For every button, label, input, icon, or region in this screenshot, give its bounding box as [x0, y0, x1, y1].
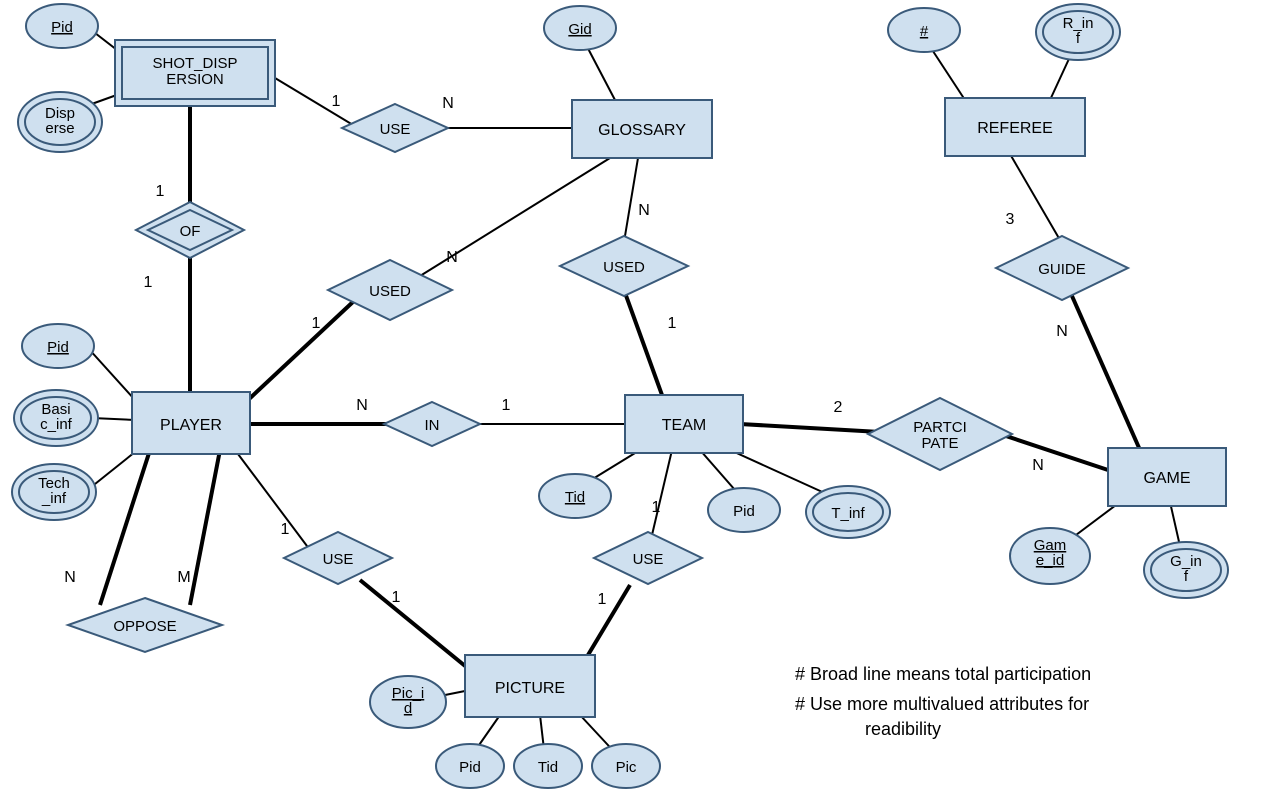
svg-text:USE: USE [380, 121, 411, 138]
card-opp-m: M [177, 569, 190, 586]
svg-text:Pid: Pid [459, 759, 481, 776]
card-of-pl-1: 1 [144, 274, 153, 291]
svg-text:GLOSSARY: GLOSSARY [598, 122, 686, 139]
entity-player: PLAYER [132, 392, 250, 454]
rel-use-sd-glossary: USE [342, 104, 448, 152]
svg-text:PLAYER: PLAYER [160, 417, 222, 434]
entity-team: TEAM [625, 395, 743, 453]
svg-text:GAME: GAME [1143, 470, 1190, 487]
svg-text:Tech_inf: Tech_inf [38, 475, 70, 507]
svg-text:Tid: Tid [538, 759, 558, 776]
svg-text:Disperse: Disperse [45, 105, 75, 137]
svg-text:IN: IN [425, 417, 440, 434]
svg-text:OPPOSE: OPPOSE [113, 618, 176, 635]
svg-text:Gid: Gid [568, 21, 591, 38]
card-used-tm-1: 1 [668, 315, 677, 332]
card-pl-used-1: 1 [312, 315, 321, 332]
svg-text:TEAM: TEAM [662, 417, 706, 434]
attr-pl-basic: Basic_inf Basic_inf [0, 0, 98, 446]
entity-referee: REFEREE [945, 98, 1085, 156]
attr-pic-pic: Pic [592, 744, 660, 788]
attr-ref-hash: # [888, 8, 960, 52]
svg-text:Pic: Pic [616, 759, 637, 776]
rel-use-team-picture: USE [594, 532, 702, 584]
svg-text:USED: USED [603, 259, 645, 276]
svg-text:Tid: Tid [565, 489, 585, 506]
card-ref-guide-3: 3 [1006, 211, 1015, 228]
svg-text:GUIDE: GUIDE [1038, 261, 1086, 278]
rel-used-player-glossary: USED [328, 260, 452, 320]
rel-used-glossary-team: USED [560, 236, 688, 296]
card-pl-use2-1: 1 [281, 521, 290, 538]
entity-shot-dispersion: SHOT_DISPERSION SHOT_DISPERSION [115, 40, 275, 106]
attr-sd-pid: Pid [26, 4, 98, 48]
card-used-gl-n: N [446, 249, 458, 266]
rel-use-player-picture: USE [284, 532, 392, 584]
attr-tm-tinf: T_inf [806, 486, 890, 538]
svg-text:USED: USED [369, 283, 411, 300]
svg-text:Pid: Pid [51, 19, 73, 36]
note-line3: readibility [865, 719, 941, 739]
entity-game: GAME [1108, 448, 1226, 506]
card-part-gm-n: N [1032, 457, 1044, 474]
entity-picture: PICTURE [465, 655, 595, 717]
svg-text:T_inf: T_inf [831, 505, 865, 522]
svg-text:USE: USE [633, 551, 664, 568]
card-use3-pic-1: 1 [598, 591, 607, 608]
attr-tm-tid: Tid [539, 474, 611, 518]
card-sd-use-1: 1 [332, 93, 341, 110]
svg-text:#: # [920, 23, 929, 40]
svg-text:USE: USE [323, 551, 354, 568]
rel-guide: GUIDE [996, 236, 1128, 300]
svg-text:Game_id: Game_id [1034, 537, 1067, 569]
svg-text:PICTURE: PICTURE [495, 680, 565, 697]
svg-text:Pid: Pid [733, 503, 755, 520]
card-use2-pic-1: 1 [392, 589, 401, 606]
rel-in: IN [384, 402, 480, 446]
card-opp-n: N [64, 569, 76, 586]
attr-tm-pid: Pid [708, 488, 780, 532]
card-in-tm-1: 1 [502, 397, 511, 414]
card-sd-of-1: 1 [156, 183, 165, 200]
attr-pic-tid: Tid [514, 744, 582, 788]
rel-oppose: OPPOSE [68, 598, 222, 652]
card-use-gl-n: N [442, 95, 454, 112]
note-line1: # Broad line means total participation [795, 664, 1091, 684]
card-gl-used-n: N [638, 202, 650, 219]
card-tm-use3-1: 1 [652, 499, 661, 516]
svg-text:OF: OF [180, 223, 201, 240]
card-guide-gm-n: N [1056, 323, 1068, 340]
card-pl-in-n: N [356, 397, 368, 414]
note-line2: # Use more multivalued attributes for [795, 694, 1089, 714]
card-tm-part-2: 2 [834, 399, 843, 416]
svg-text:Basic_inf: Basic_inf [40, 401, 73, 433]
entity-glossary: GLOSSARY [572, 100, 712, 158]
attr-pl-pid: Pid [22, 324, 94, 368]
attr-pic-pid: Pid [436, 744, 504, 788]
attr-gl-gid: Gid [544, 6, 616, 50]
er-diagram: SHOT_DISPERSION SHOT_DISPERSION GLOSSARY… [0, 0, 1268, 793]
svg-text:REFEREE: REFEREE [977, 120, 1053, 137]
rel-of: OF [136, 202, 244, 258]
svg-text:Pid: Pid [47, 339, 69, 356]
